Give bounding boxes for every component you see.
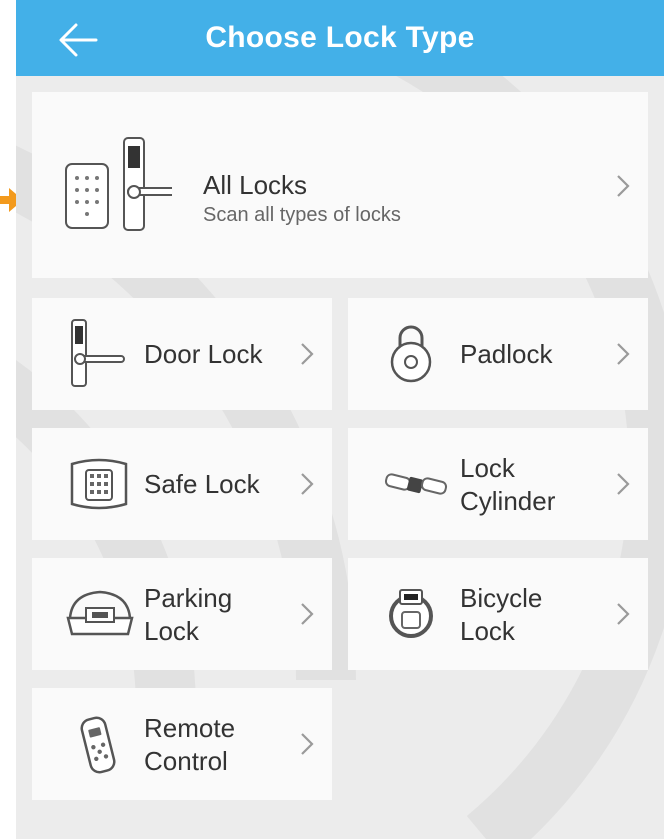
remote-control-card[interactable]: Remote Control xyxy=(32,688,332,800)
app-header: Choose Lock Type xyxy=(16,0,664,76)
door-lock-icon xyxy=(71,319,125,387)
bicycle-lock-card[interactable]: Bicycle Lock xyxy=(348,558,648,670)
all-locks-icon xyxy=(65,137,172,231)
door-lock-label: Door Lock xyxy=(144,339,263,369)
chevron-right-icon xyxy=(301,733,314,755)
lock-cylinder-card[interactable]: Lock Cylinder xyxy=(348,428,648,540)
remote-control-label: Remote Control xyxy=(144,713,236,776)
parking-lock-label: Parking Lock xyxy=(144,583,233,646)
all-locks-title: All Locks xyxy=(203,170,308,200)
lock-cylinder-label: Lock Cylinder xyxy=(460,453,556,516)
safe-lock-icon xyxy=(70,458,128,510)
padlock-label: Padlock xyxy=(460,339,553,369)
chevron-right-icon xyxy=(617,343,630,365)
safe-lock-label: Safe Lock xyxy=(144,469,260,499)
lock-type-screen: Choose Lock Type All Locks Scan all type… xyxy=(16,0,664,839)
page-title: Choose Lock Type xyxy=(205,21,475,54)
remote-control-icon xyxy=(80,716,116,774)
parking-lock-card[interactable]: Parking Lock xyxy=(32,558,332,670)
padlock-card[interactable]: Padlock xyxy=(348,298,648,410)
chevron-right-icon xyxy=(301,473,314,495)
safe-lock-card[interactable]: Safe Lock xyxy=(32,428,332,540)
parking-lock-icon xyxy=(66,590,134,636)
padlock-icon xyxy=(390,325,432,383)
door-lock-card[interactable]: Door Lock xyxy=(32,298,332,410)
chevron-right-icon xyxy=(617,603,630,625)
bicycle-lock-icon xyxy=(389,589,433,638)
chevron-right-icon xyxy=(301,343,314,365)
bicycle-lock-label: Bicycle Lock xyxy=(460,583,543,646)
all-locks-subtitle: Scan all types of locks xyxy=(203,204,401,226)
chevron-right-icon xyxy=(301,603,314,625)
chevron-right-icon xyxy=(617,473,630,495)
lock-cylinder-icon xyxy=(384,473,448,495)
all-locks-card[interactable]: All Locks Scan all types of locks xyxy=(32,92,648,278)
chevron-right-icon xyxy=(617,175,630,197)
